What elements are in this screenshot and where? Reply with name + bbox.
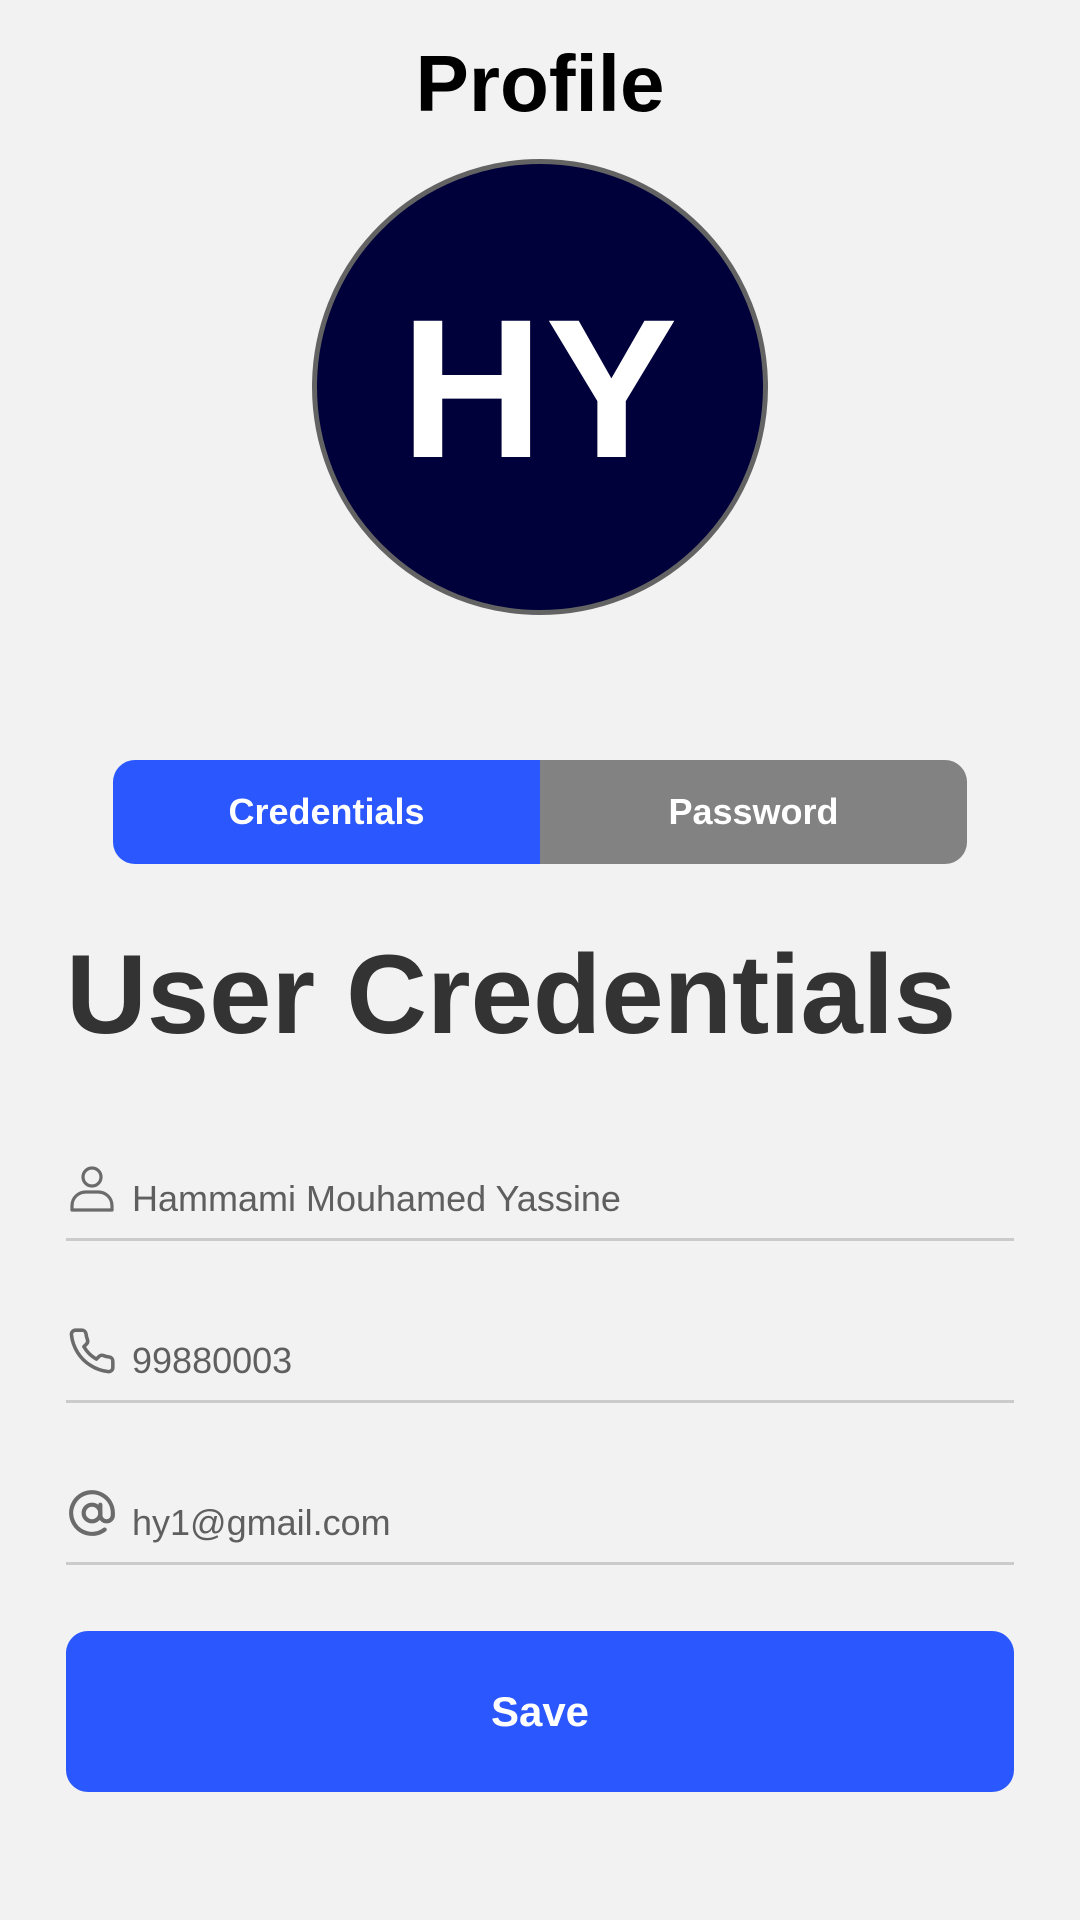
tab-bar: Credentials Password — [113, 760, 967, 864]
avatar-initials: HY — [400, 278, 680, 499]
phone-icon — [66, 1325, 118, 1377]
tab-credentials[interactable]: Credentials — [113, 760, 540, 864]
tab-password[interactable]: Password — [540, 760, 967, 864]
email-value: hy1@gmail.com — [132, 1502, 391, 1543]
avatar[interactable]: HY — [312, 159, 768, 615]
name-value: Hammami Mouhamed Yassine — [132, 1178, 621, 1219]
page-title: Profile — [415, 39, 665, 128]
section-title: User Credentials — [66, 932, 957, 1057]
name-field[interactable]: Hammami Mouhamed Yassine — [66, 1148, 1014, 1241]
email-field[interactable]: hy1@gmail.com — [66, 1472, 1014, 1565]
phone-field[interactable]: 99880003 — [66, 1310, 1014, 1403]
person-icon — [66, 1163, 118, 1215]
phone-value: 99880003 — [132, 1340, 293, 1381]
save-button[interactable]: Save — [66, 1631, 1014, 1792]
at-sign-icon — [66, 1487, 118, 1539]
